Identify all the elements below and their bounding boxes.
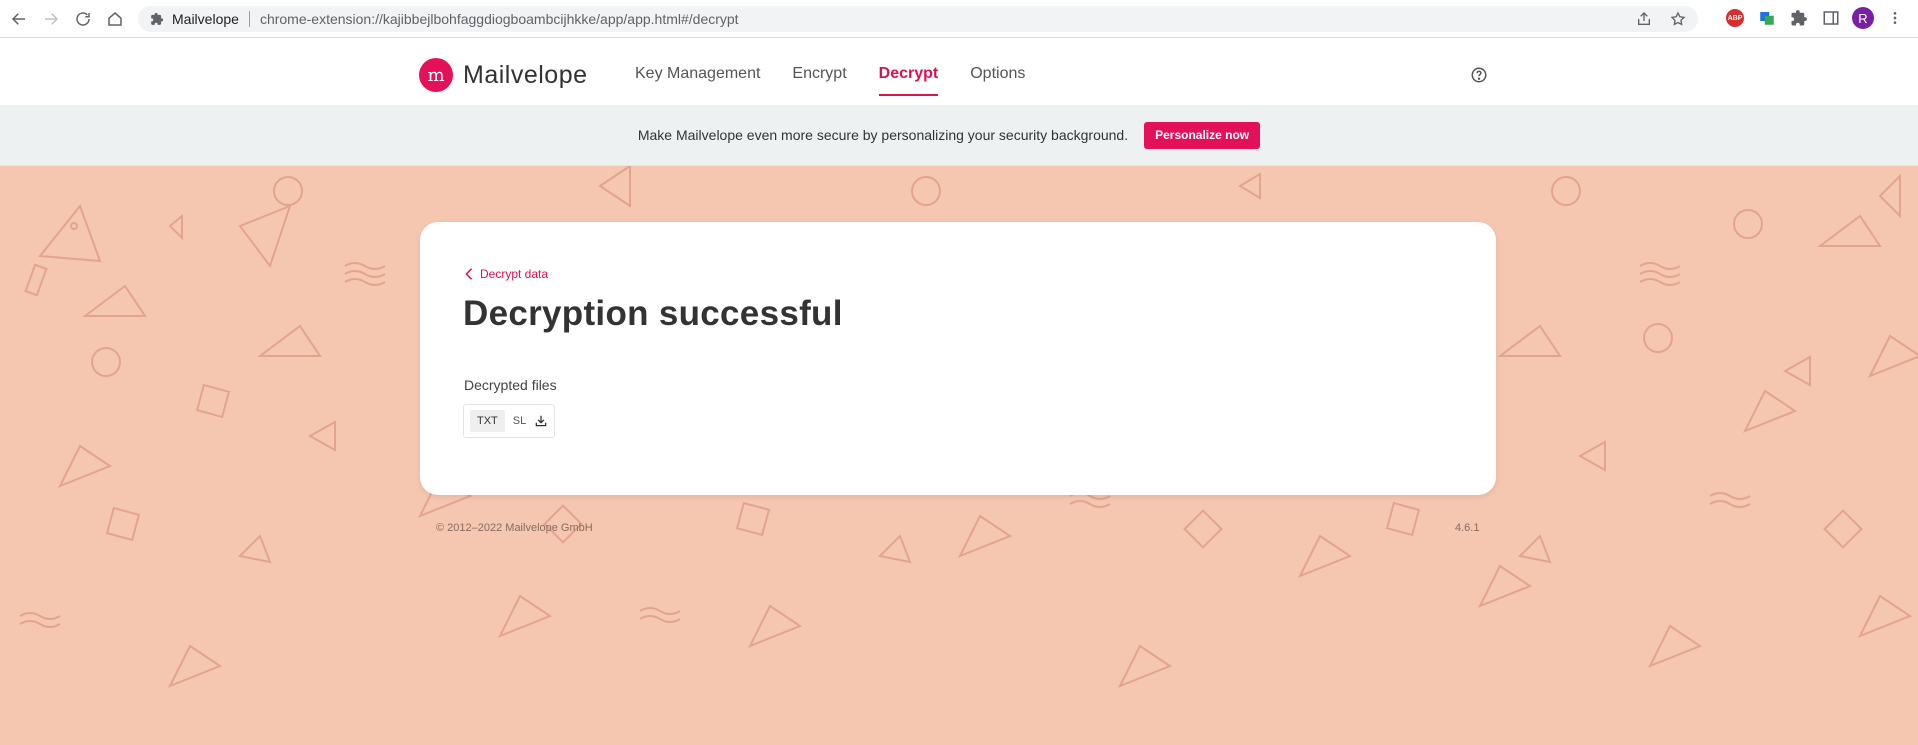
address-bar[interactable]: Mailvelope chrome-extension://kajibbejlb… [138, 6, 1698, 32]
help-icon[interactable] [1470, 66, 1488, 84]
profile-avatar[interactable]: R [1852, 7, 1874, 29]
adblock-icon[interactable]: ABP [1724, 7, 1746, 29]
forward-arrow-icon[interactable] [35, 3, 67, 35]
share-icon[interactable] [1634, 9, 1654, 29]
download-icon[interactable] [534, 414, 548, 428]
logo-text: Mailvelope [463, 60, 588, 89]
back-to-decrypt-link[interactable]: Decrypt data [464, 267, 548, 281]
banner-text: Make Mailvelope even more secure by pers… [637, 127, 1129, 143]
translate-icon[interactable] [1756, 7, 1778, 29]
home-icon[interactable] [99, 3, 131, 35]
bookmark-star-icon[interactable] [1668, 9, 1688, 29]
extension-puzzle-icon [150, 12, 164, 26]
footer-version: 4.6.1 [1455, 522, 1480, 534]
back-arrow-icon[interactable] [3, 3, 35, 35]
extensions-puzzle-icon[interactable] [1788, 7, 1810, 29]
mailvelope-logo[interactable]: m Mailvelope [419, 58, 588, 92]
main-nav: Key Management Encrypt Decrypt Options [635, 65, 1025, 96]
nav-options[interactable]: Options [970, 65, 1025, 83]
app-header: m Mailvelope Key Management Encrypt Decr… [0, 38, 1918, 105]
nav-decrypt[interactable]: Decrypt [878, 65, 938, 96]
page-title: Decryption successful [463, 294, 843, 333]
personalize-banner: Make Mailvelope even more secure by pers… [0, 105, 1918, 166]
personalize-now-button[interactable]: Personalize now [1144, 121, 1261, 149]
decrypt-result-card: Decrypt data Decryption successful Decry… [420, 222, 1496, 495]
nav-encrypt[interactable]: Encrypt [792, 65, 846, 83]
side-panel-icon[interactable] [1820, 7, 1842, 29]
browser-toolbar: Mailvelope chrome-extension://kajibbejlb… [0, 0, 1918, 38]
menu-kebab-icon[interactable] [1884, 7, 1906, 29]
file-name: SL [512, 415, 527, 427]
mailvelope-logo-icon: m [419, 58, 453, 92]
nav-key-management[interactable]: Key Management [635, 65, 760, 83]
url-text[interactable]: chrome-extension://kajibbejlbohfaggdiogb… [260, 11, 739, 27]
footer-copyright: © 2012–2022 Mailvelope GmbH [436, 522, 593, 534]
decrypted-file-item[interactable]: TXT SL [463, 404, 556, 438]
reload-icon[interactable] [67, 3, 99, 35]
file-extension-badge: TXT [470, 410, 505, 432]
back-link-label: Decrypt data [480, 267, 549, 281]
separator [248, 11, 250, 27]
site-name: Mailvelope [172, 11, 239, 27]
decrypted-files-label: Decrypted files [464, 377, 557, 393]
chevron-left-icon [465, 268, 473, 280]
